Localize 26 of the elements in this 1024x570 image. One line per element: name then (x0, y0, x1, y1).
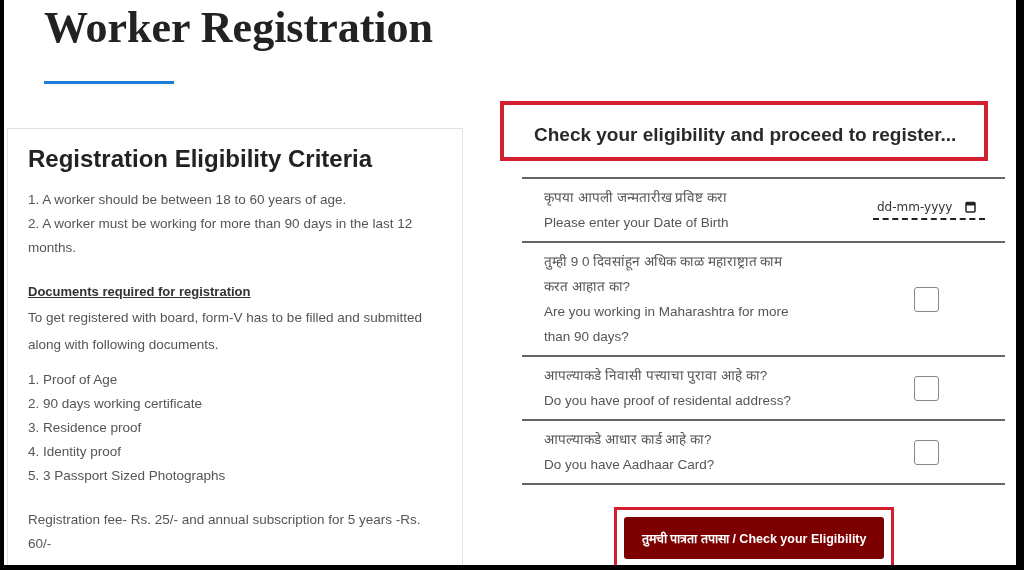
document-item: 2. 90 days working certificate (28, 395, 204, 413)
criteria-rule: 1. A worker should be between 18 to 60 years of age. (28, 191, 348, 209)
document-item: 3. Residence proof (28, 419, 143, 437)
check-eligibility-button[interactable]: तुमची पात्रता तपासा / Check your Eligibility (624, 517, 885, 559)
question-english: Do you have Aadhaar Card? (544, 456, 716, 474)
eligibility-heading: Check your eligibility and proceed to register... (534, 124, 957, 146)
question-marathi: कृपया आपली जन्मतारीख प्रविष्ट करा (544, 189, 728, 208)
question-english: Please enter your Date of Birth (544, 214, 730, 232)
documents-heading: Documents required for registration (28, 283, 252, 301)
checkbox[interactable] (914, 439, 939, 465)
checkbox[interactable] (914, 375, 939, 401)
question-english: Are you working in Maharashtra for more than 90 days? (544, 303, 790, 346)
criteria-rule: 2. A worker must be working for more than 90 days in the last 12 months. (28, 215, 414, 257)
checkbox[interactable] (914, 286, 939, 312)
question-marathi: तुम्ही 9 0 दिवसांहून अधिक काळ महाराष्ट्रात काम करत आहात का? (544, 253, 784, 296)
criteria-heading: Registration Eligibility Criteria (28, 145, 374, 173)
question-marathi: आपल्याकडे आधार कार्ड आहे का? (544, 431, 713, 449)
page-title: Worker Registration (44, 2, 435, 54)
question-english: Do you have proof of residental address? (544, 392, 792, 410)
document-item: 4. Identity proof (28, 443, 123, 461)
question-marathi: आपल्याकडे निवासी पत्त्याचा पुरावा आहे का? (544, 367, 769, 386)
calendar-icon (965, 201, 976, 213)
document-item: 1. Proof of Age (28, 371, 119, 389)
documents-intro: To get registered with board, form-V has to be filled and submitted along with following documents. (28, 309, 423, 354)
fee-note: Registration fee- Rs. 25/- and annual subscription for 5 years -Rs. 60/- (28, 511, 422, 553)
document-item: 5. 3 Passport Sized Photographs (28, 467, 227, 485)
